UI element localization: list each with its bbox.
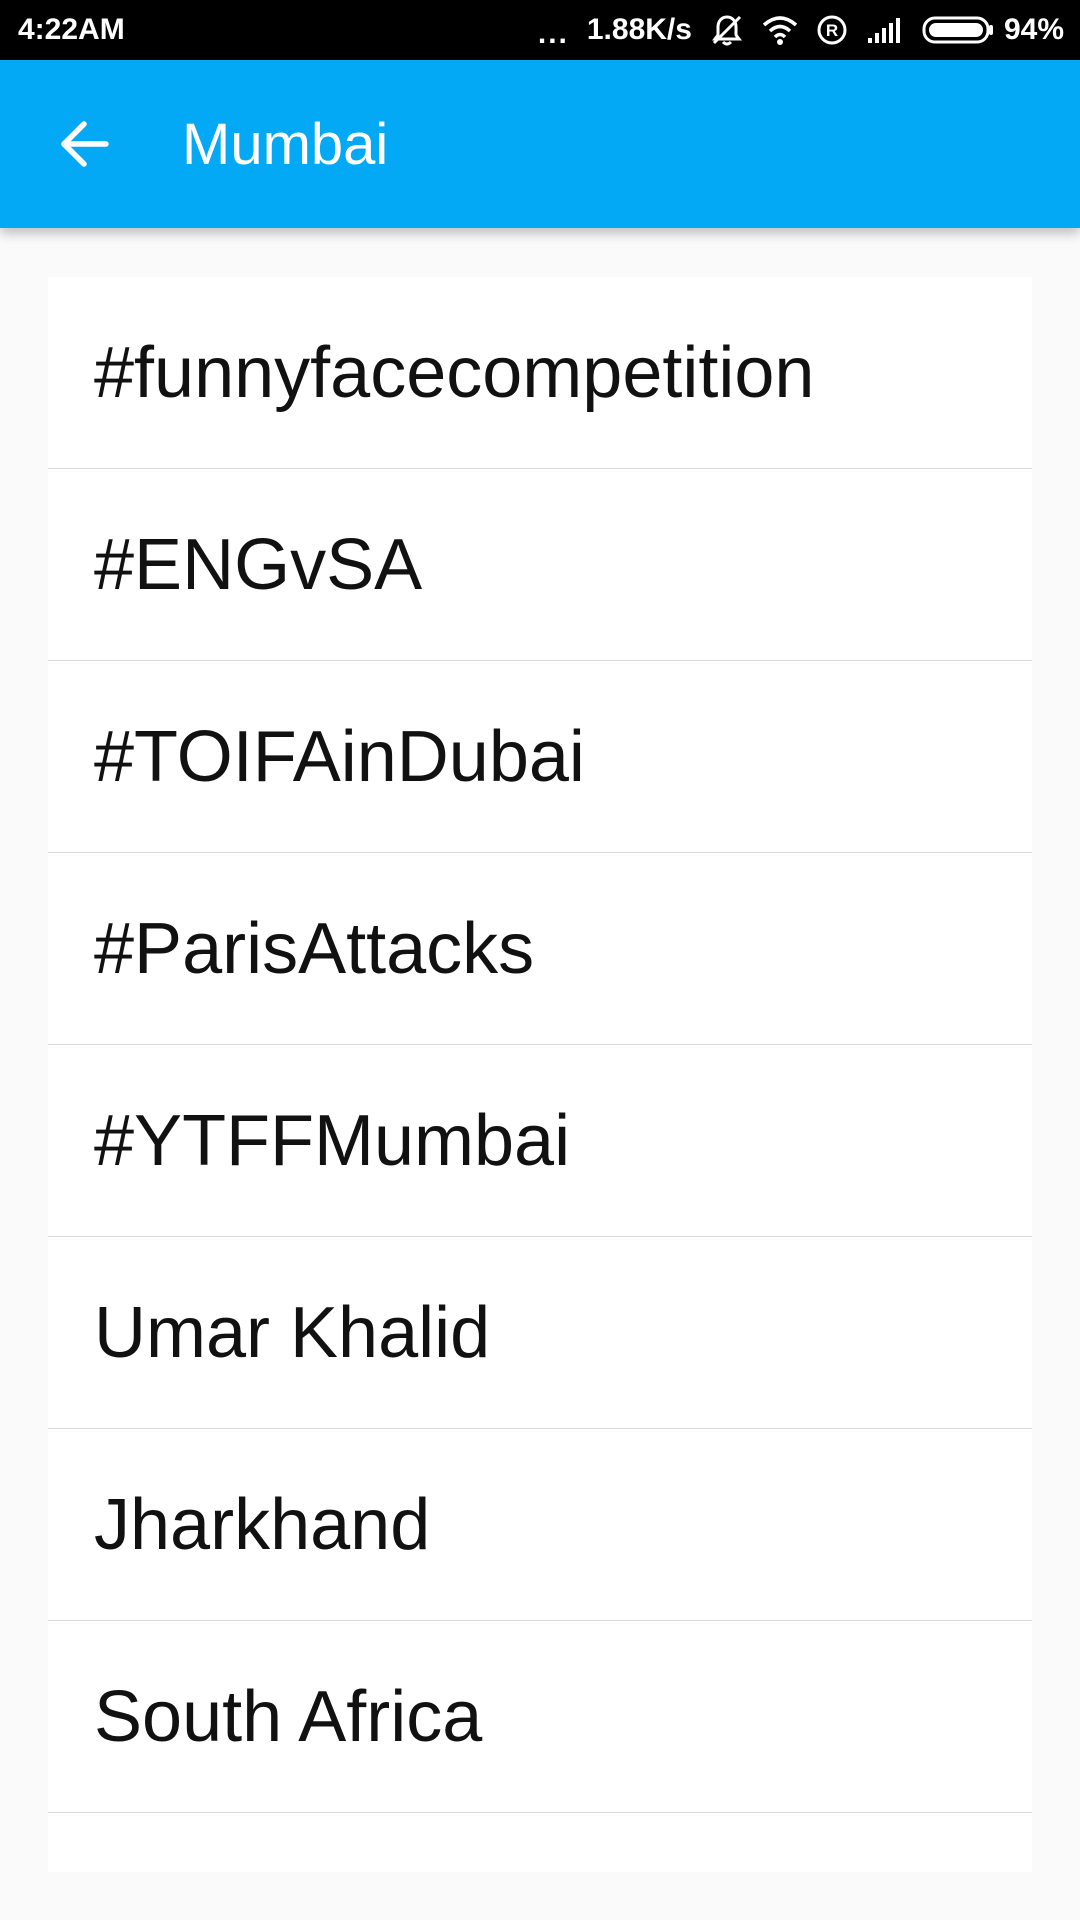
list-item[interactable]: #funnyfacecompetition xyxy=(48,277,1032,469)
status-bar: 4:22AM ... 1.88K/s R 94% xyxy=(0,0,1080,60)
trend-label: #TOIFAinDubai xyxy=(94,716,585,797)
status-time: 4:22AM xyxy=(18,13,125,46)
list-item[interactable]: #TOIFAinDubai xyxy=(48,661,1032,853)
battery-percent: 94% xyxy=(1003,13,1064,46)
wifi-icon xyxy=(762,15,798,45)
trend-label: Umar Khalid xyxy=(94,1292,491,1373)
trend-label: South Africa xyxy=(94,1676,483,1757)
back-button[interactable] xyxy=(52,112,116,176)
list-item[interactable]: #ParisAttacks xyxy=(48,853,1032,1045)
trend-label: #ParisAttacks xyxy=(94,908,535,989)
registered-icon: R xyxy=(816,14,848,46)
trend-label: #ENGvSA xyxy=(94,524,423,605)
list-item[interactable]: Jharkhand xyxy=(48,1429,1032,1621)
list-item[interactable]: South Africa xyxy=(48,1621,1032,1813)
notifications-off-icon xyxy=(710,13,744,47)
trend-label: #funnyfacecompetition xyxy=(94,332,815,413)
svg-text:R: R xyxy=(826,21,838,40)
battery-icon xyxy=(922,15,994,45)
app-bar: Mumbai xyxy=(0,60,1080,228)
trend-label: Jharkhand xyxy=(94,1484,431,1565)
more-notifications-icon: ... xyxy=(537,17,569,50)
signal-icon xyxy=(866,16,904,44)
trend-list: #funnyfacecompetition #ENGvSA #TOIFAinDu… xyxy=(48,277,1032,1872)
network-speed: 1.88K/s xyxy=(586,13,692,46)
arrow-back-icon xyxy=(61,121,109,167)
list-item[interactable]: #YTFFMumbai xyxy=(48,1045,1032,1237)
list-item[interactable]: Umar Khalid xyxy=(48,1237,1032,1429)
page-title: Mumbai xyxy=(182,111,389,177)
list-item[interactable]: #ENGvSA xyxy=(48,469,1032,661)
trend-label: #YTFFMumbai xyxy=(94,1100,571,1181)
